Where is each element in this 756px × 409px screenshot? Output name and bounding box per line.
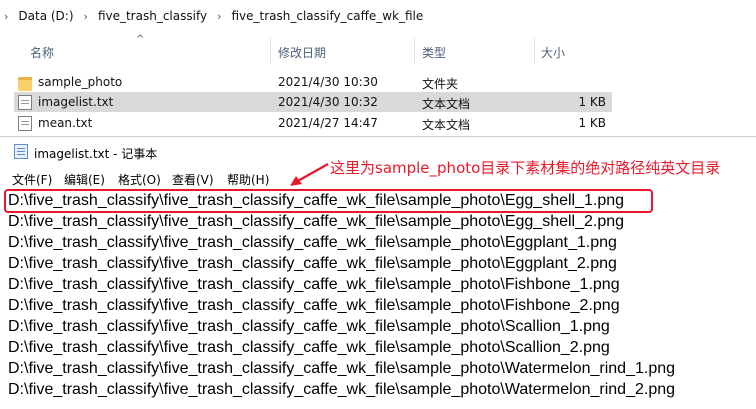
file-size: 1 KB [578,116,606,130]
text-line: D:\five_trash_classify\five_trash_classi… [8,381,676,398]
file-row-imagelist[interactable]: imagelist.txt 2021/4/30 10:32 文本文档 1 KB [14,92,612,112]
file-date: 2021/4/30 10:30 [278,75,378,89]
file-date: 2021/4/27 14:47 [278,116,378,130]
file-name: imagelist.txt [38,95,114,109]
folder-icon [18,77,32,91]
column-header-name[interactable]: 名称 [30,44,54,61]
menu-view[interactable]: 查看(V) [172,171,214,188]
file-row-mean[interactable]: mean.txt 2021/4/27 14:47 文本文档 1 KB [14,113,612,133]
file-name: sample_photo [38,75,123,89]
column-divider[interactable] [414,38,415,64]
file-size: 1 KB [578,95,606,109]
text-line: D:\five_trash_classify\five_trash_classi… [8,297,620,314]
breadcrumb-item-folder[interactable]: five_trash_classify [94,9,211,23]
breadcrumb-item-current[interactable]: five_trash_classify_caffe_wk_file [227,9,427,23]
column-divider[interactable] [534,38,535,64]
text-line: D:\five_trash_classify\five_trash_classi… [8,213,625,230]
column-header-row: ^ 名称 修改日期 类型 大小 [0,34,620,66]
file-type: 文件夹 [422,77,459,91]
column-header-size[interactable]: 大小 [541,44,565,61]
chevron-right-icon: › [4,9,9,23]
chevron-right-icon: › [217,9,222,23]
column-header-date[interactable]: 修改日期 [278,44,326,61]
file-type: 文本文档 [422,97,471,111]
text-line: D:\five_trash_classify\five_trash_classi… [8,318,610,335]
breadcrumb: › Data (D:) › five_trash_classify › five… [0,0,756,32]
file-type: 文本文档 [422,118,471,132]
file-explorer: › Data (D:) › five_trash_classify › five… [0,0,756,138]
file-row-sample-photo[interactable]: sample_photo 2021/4/30 10:30 文件夹 [14,72,612,92]
text-file-icon [18,116,32,131]
annotation-text: 这里为sample_photo目录下素材集的绝对路径纯英文目录 [330,159,721,177]
menu-help[interactable]: 帮助(H) [227,171,269,188]
annotation-arrow-icon [290,163,329,186]
window-title: imagelist.txt - 记事本 [34,147,158,161]
menu-edit[interactable]: 编辑(E) [64,171,105,188]
text-line: D:\five_trash_classify\five_trash_classi… [8,276,620,293]
column-divider[interactable] [270,38,271,64]
text-editor[interactable]: D:\five_trash_classify\five_trash_classi… [0,189,756,409]
text-file-icon [18,95,32,110]
file-name: mean.txt [38,116,93,130]
breadcrumb-item-drive[interactable]: Data (D:) [14,9,77,23]
text-line: D:\five_trash_classify\five_trash_classi… [8,234,617,251]
notepad-icon [14,144,28,159]
menu-file[interactable]: 文件(F) [12,171,52,188]
menu-format[interactable]: 格式(O) [118,171,161,188]
text-line: D:\five_trash_classify\five_trash_classi… [8,255,617,272]
text-line: D:\five_trash_classify\five_trash_classi… [8,360,676,377]
text-line: D:\five_trash_classify\five_trash_classi… [8,339,610,356]
file-date: 2021/4/30 10:32 [278,95,378,109]
column-header-type[interactable]: 类型 [422,44,446,61]
sort-caret-icon: ^ [136,34,145,45]
highlight-box [4,189,653,213]
chevron-right-icon: › [83,9,88,23]
